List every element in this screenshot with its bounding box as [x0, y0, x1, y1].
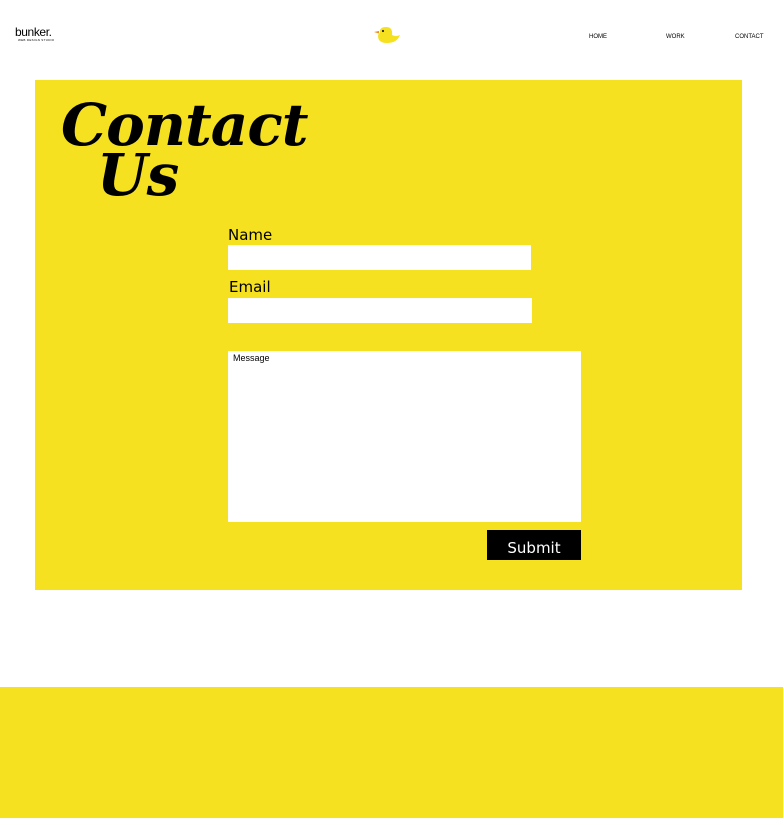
duck-icon[interactable]	[372, 22, 402, 46]
name-field[interactable]	[228, 245, 531, 270]
site-header: bunker. WEB DESIGN STUDIO HOME WORK CONT…	[0, 0, 783, 70]
submit-button[interactable]: Submit	[487, 530, 581, 560]
name-label: Name	[228, 226, 273, 244]
nav-contact-link[interactable]: CONTACT	[735, 33, 764, 41]
email-field[interactable]	[228, 298, 532, 323]
page-title-line2: Us	[97, 141, 179, 209]
nav-home-link[interactable]: HOME	[589, 33, 607, 41]
email-label: Email	[229, 278, 271, 296]
brand-logo[interactable]: bunker. WEB DESIGN STUDIO	[15, 25, 75, 45]
nav-work-link[interactable]: WORK	[666, 33, 685, 41]
page-title: Contact Us	[61, 90, 308, 210]
message-field[interactable]	[228, 351, 581, 522]
footer-band	[0, 687, 783, 818]
logo-wordmark: bunker.	[15, 25, 52, 39]
logo-tagline: WEB DESIGN STUDIO	[18, 38, 55, 42]
